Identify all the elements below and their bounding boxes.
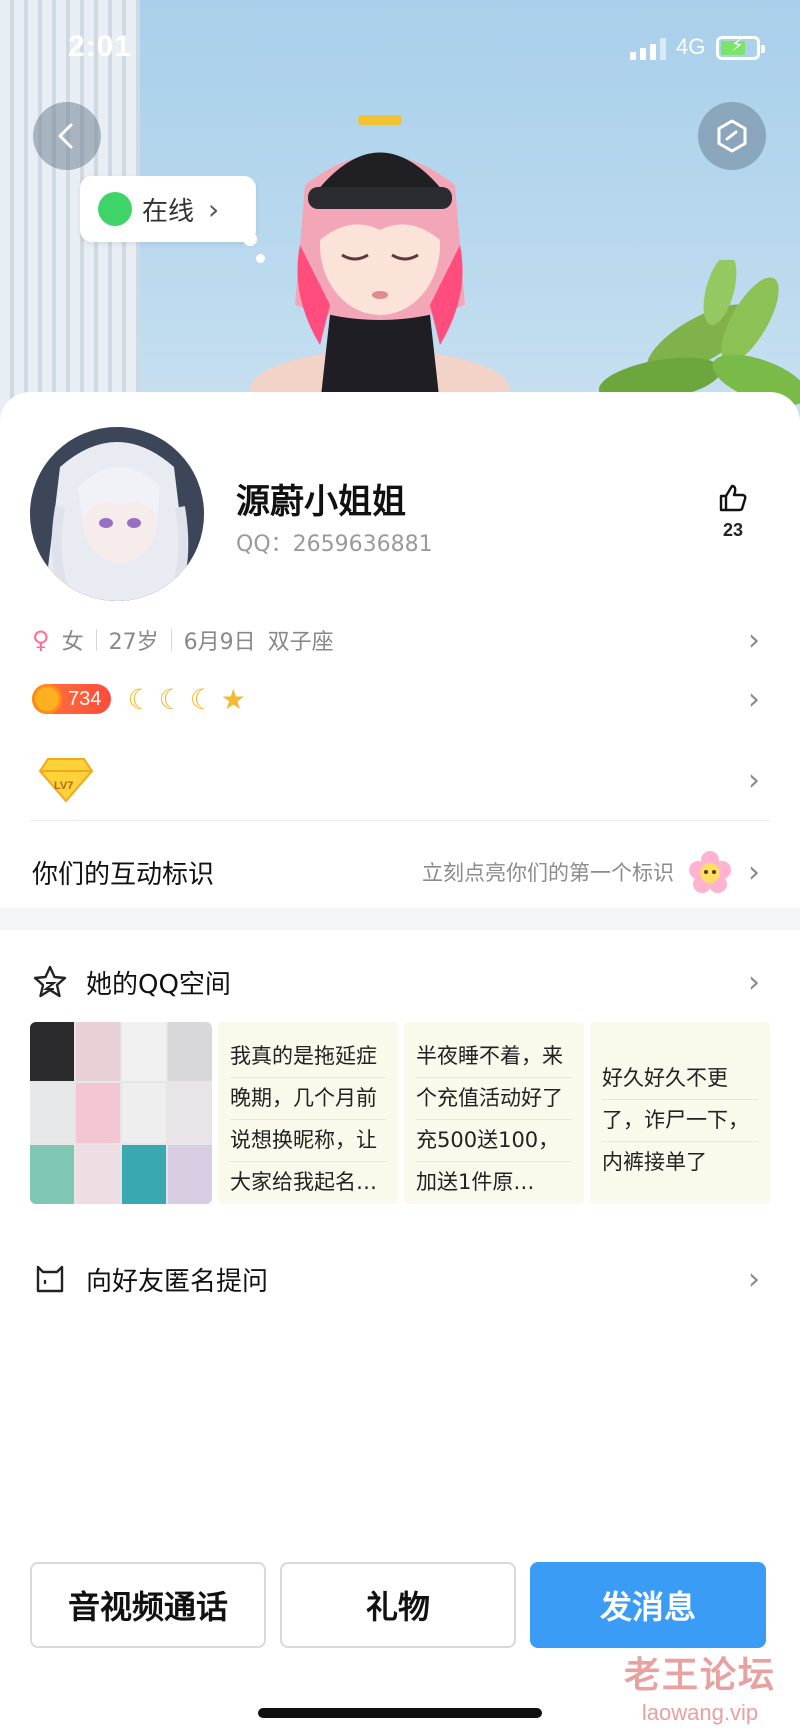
settings-button[interactable] <box>698 102 766 170</box>
star-icon: ★ <box>220 682 246 716</box>
battery-icon: ⚡ <box>716 35 765 60</box>
like-button[interactable]: 23 <box>708 482 758 541</box>
level-number: 734 <box>68 687 102 710</box>
qzone-post-photo[interactable] <box>30 1022 212 1204</box>
post-line: 加送1件原… <box>416 1170 535 1194</box>
watermark: 老王论坛 laowang.vip <box>624 1646 776 1726</box>
divider <box>95 629 97 651</box>
qzone-row[interactable]: 她的QQ空间 › <box>0 952 800 1012</box>
post-line: 我真的是拖延症 <box>230 1036 386 1078</box>
chevron-right-icon: › <box>208 192 220 226</box>
bubble-tail <box>256 254 265 263</box>
bubble-tail <box>243 232 257 246</box>
chevron-right-icon: › <box>748 854 760 890</box>
bottom-action-bar: 音视频通话 礼物 发消息 <box>30 1562 766 1648</box>
qzone-post[interactable]: 半夜睡不着，来 个充值活动好了 充500送100， 加送1件原… <box>404 1022 584 1204</box>
post-line: 个充值活动好了 <box>416 1078 572 1120</box>
post-line: 内裤接单了 <box>602 1150 707 1174</box>
thumbs-up-icon <box>719 484 747 512</box>
interaction-mark-title: 你们的互动标识 <box>32 859 215 890</box>
qzone-post[interactable]: 我真的是拖延症 晚期，几个月前 说想换昵称，让 大家给我起名… <box>218 1022 398 1204</box>
star-outline-icon <box>33 965 67 998</box>
interaction-mark-hint: 立刻点亮你们的第一个标识 <box>422 861 674 885</box>
profile-banner: 2:01 4G ⚡ 在线 › <box>0 0 800 420</box>
moon-icon: ☾ <box>158 682 184 716</box>
qq-number: QQ：2659636881 <box>236 532 433 557</box>
zodiac-label: 双子座 <box>267 630 334 655</box>
hexagon-settings-icon <box>717 119 747 153</box>
post-line: 充500送100， <box>416 1120 572 1162</box>
vip-row[interactable]: LV7 › <box>0 748 800 812</box>
online-status-bubble[interactable]: 在线 › <box>80 176 256 242</box>
interaction-mark-row[interactable]: 你们的互动标识 立刻点亮你们的第一个标识 › <box>0 832 800 912</box>
chevron-right-icon: › <box>748 964 760 1000</box>
avatar-image <box>30 427 204 601</box>
post-line: 半夜睡不着，来 <box>416 1036 572 1078</box>
anonymous-ask-title: 向好友匿名提问 <box>86 1266 269 1297</box>
post-line: 大家给我起名… <box>230 1170 377 1194</box>
anonymous-ask-row[interactable]: 向好友匿名提问 › <box>0 1244 800 1314</box>
level-row[interactable]: 734 ☾ ☾ ☾ ★ › <box>0 674 800 724</box>
divider <box>30 820 770 821</box>
3d-avatar-figure <box>250 115 510 405</box>
moon-icon: ☾ <box>127 682 153 716</box>
online-dot-icon <box>98 192 132 226</box>
gender-label: 女 <box>61 630 84 655</box>
watermark-url: laowang.vip <box>641 1700 759 1725</box>
nickname: 源蔚小姐姐 <box>236 482 406 522</box>
gift-button[interactable]: 礼物 <box>280 1562 516 1648</box>
chevron-right-icon: › <box>748 681 760 717</box>
female-icon: ♀ <box>32 626 50 654</box>
avatar[interactable] <box>30 427 204 601</box>
profile-card: 源蔚小姐姐 QQ：2659636881 23 ♀ 女 27岁 6月9日 双子座 … <box>0 392 800 1731</box>
age-label: 27岁 <box>108 630 159 655</box>
chevron-right-icon: › <box>748 1261 760 1297</box>
post-line: 好久好久不更 <box>602 1058 758 1100</box>
post-line: 了，诈尸一下， <box>602 1100 758 1142</box>
video-call-button[interactable]: 音视频通话 <box>30 1562 266 1648</box>
level-badge: 734 <box>32 684 112 714</box>
moon-icon: ☾ <box>189 682 215 716</box>
post-line: 说想换昵称，让 <box>230 1120 386 1162</box>
network-type: 4G <box>676 34 706 59</box>
qzone-post[interactable]: 好久好久不更 了，诈尸一下， 内裤接单了 <box>590 1022 770 1204</box>
diamond-vip-icon: LV7 <box>38 758 94 803</box>
cat-box-icon <box>36 1265 64 1293</box>
birthday-label: 6月9日 <box>183 630 256 655</box>
signal-icon <box>630 38 666 60</box>
vip-level-text: LV7 <box>54 780 73 792</box>
chevron-left-icon <box>58 123 73 149</box>
sun-level-icon <box>32 684 62 714</box>
back-button[interactable] <box>33 102 101 170</box>
post-line: 晚期，几个月前 <box>230 1078 386 1120</box>
status-time: 2:01 <box>68 30 133 63</box>
flower-mark-icon <box>689 851 731 893</box>
watermark-name: 老王论坛 <box>623 1655 776 1696</box>
basic-info-row[interactable]: ♀ 女 27岁 6月9日 双子座 › <box>0 618 800 662</box>
section-gap <box>0 908 800 930</box>
level-icons: ☾ ☾ ☾ ★ <box>127 683 245 716</box>
qzone-posts: 我真的是拖延症 晚期，几个月前 说想换昵称，让 大家给我起名… 半夜睡不着，来 … <box>30 1022 770 1204</box>
status-bar: 2:01 4G ⚡ <box>0 0 800 100</box>
home-indicator[interactable] <box>258 1708 542 1718</box>
chevron-right-icon: › <box>748 622 760 658</box>
online-status-label: 在线 <box>142 196 195 227</box>
divider <box>170 629 172 651</box>
chevron-right-icon: › <box>748 762 760 798</box>
send-message-button[interactable]: 发消息 <box>530 1562 766 1648</box>
qzone-title: 她的QQ空间 <box>86 969 231 1000</box>
like-count: 23 <box>722 520 744 540</box>
